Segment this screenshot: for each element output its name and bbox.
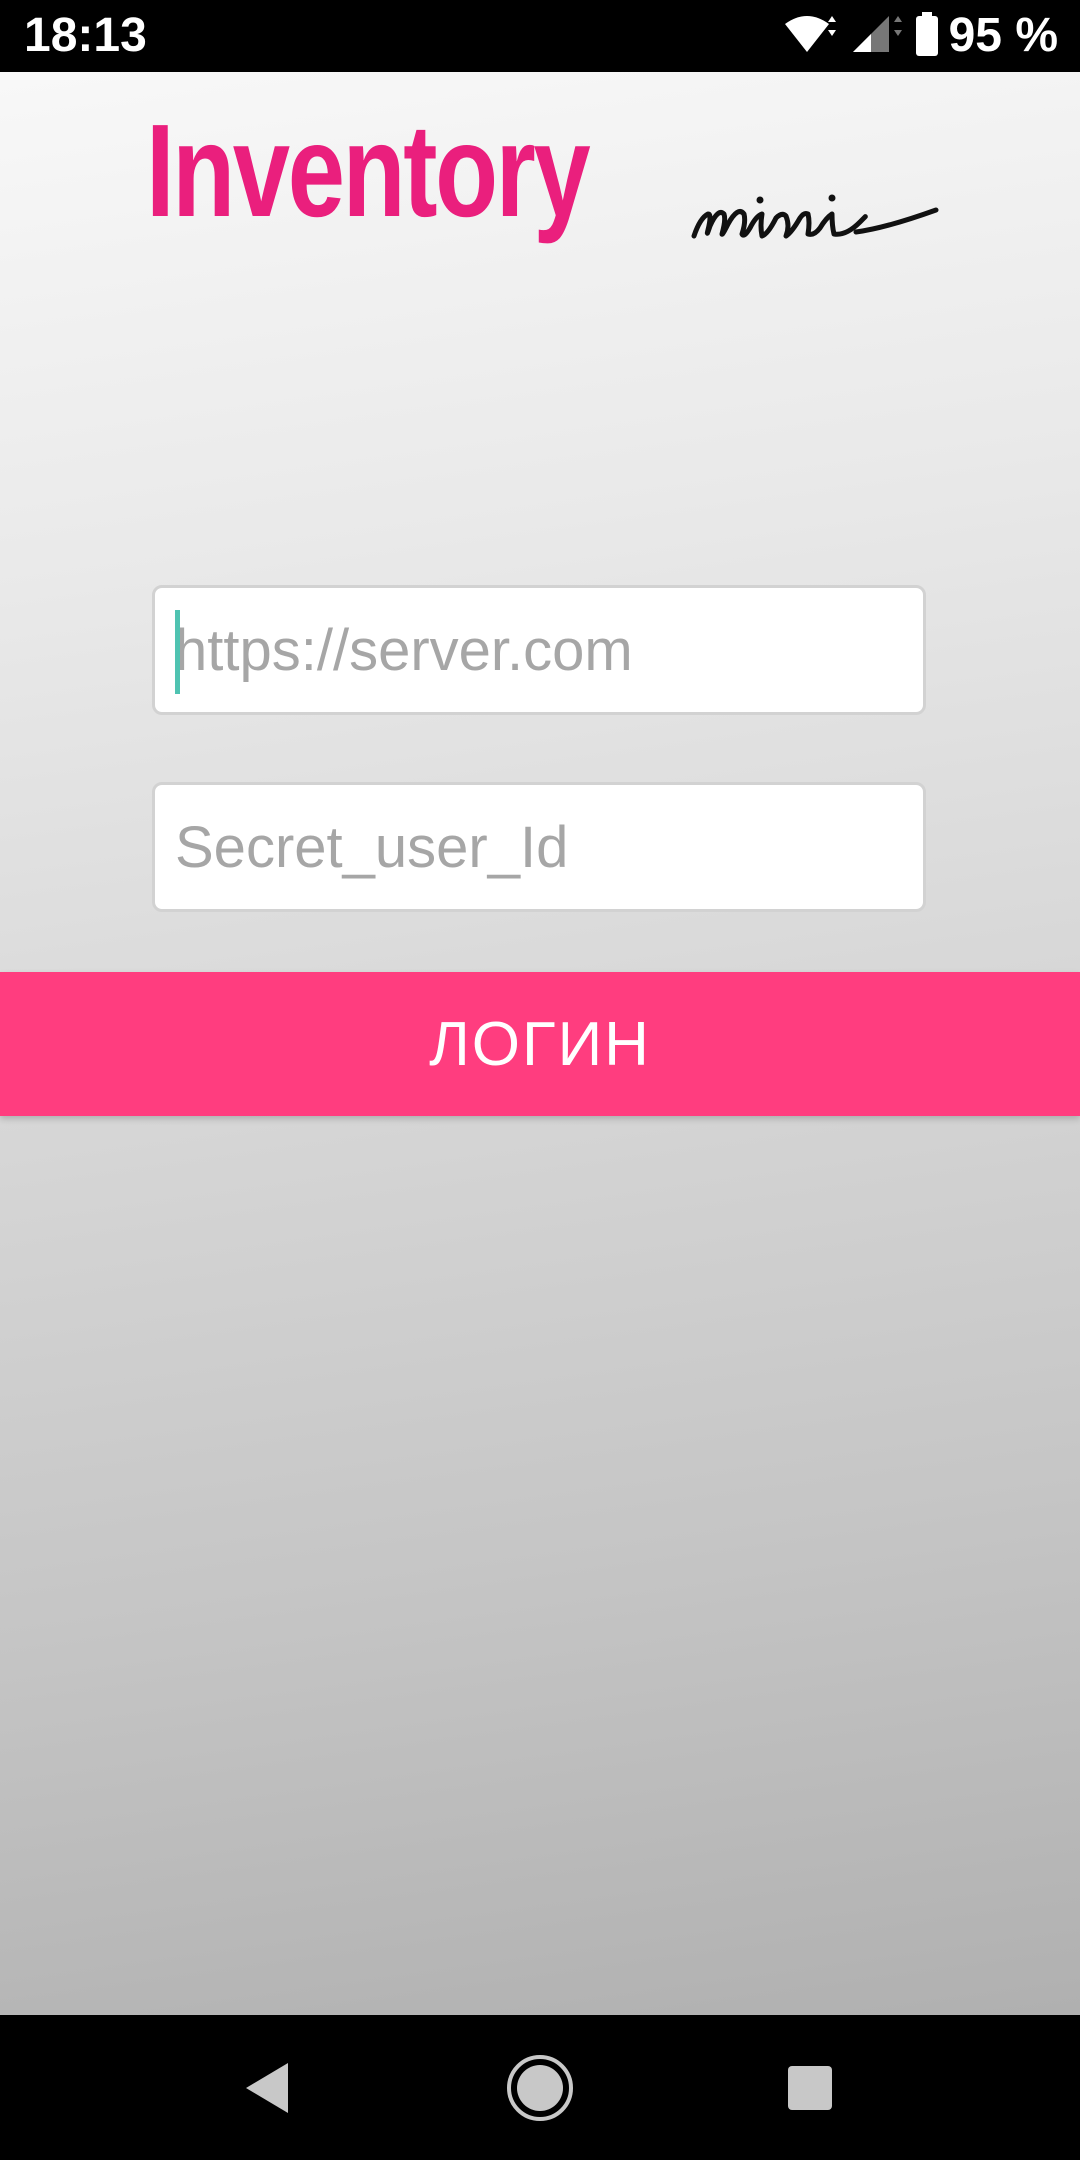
status-time: 18:13: [24, 9, 147, 62]
logo-title: Inventory: [146, 97, 591, 244]
back-button[interactable]: [187, 2015, 347, 2160]
navigation-bar: [0, 2015, 1080, 2160]
text-cursor: [175, 610, 180, 694]
battery-percent: 95 %: [948, 9, 1058, 62]
server-url-field[interactable]: [152, 585, 926, 715]
home-button[interactable]: [460, 2015, 620, 2160]
logo-subtitle-script: [691, 194, 939, 239]
app-logo: Inventory: [146, 96, 946, 296]
recents-button[interactable]: [730, 2015, 890, 2160]
home-icon: [507, 2054, 573, 2121]
recents-icon: [788, 2065, 832, 2110]
cell-signal-icon: [849, 12, 905, 61]
wifi-icon: [783, 12, 839, 61]
login-button[interactable]: ЛОГИН: [0, 972, 1080, 1116]
user-id-input[interactable]: [155, 785, 923, 909]
phone-screen: 18:13 95 % Inventory https://server.com …: [0, 0, 1080, 2160]
login-screen: Inventory ЛОГИН: [0, 72, 1080, 2015]
server-url-input[interactable]: [155, 588, 923, 712]
back-icon: [246, 2062, 288, 2113]
user-id-field[interactable]: [152, 782, 926, 912]
status-bar: 18:13 95 %: [0, 0, 1080, 72]
battery-icon: [915, 11, 939, 61]
status-icons: 95 %: [773, 8, 1058, 64]
